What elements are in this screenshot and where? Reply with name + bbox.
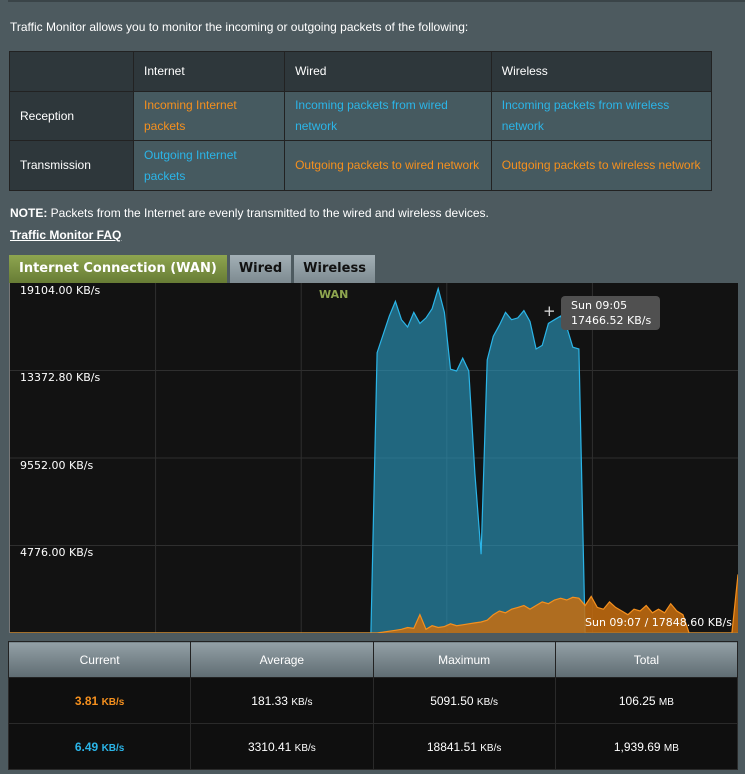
stats-header-maximum: Maximum	[372, 641, 556, 678]
stat-maximum: 18841.51 KB/s	[372, 723, 556, 770]
info-table: Internet Wired Wireless Reception Incomi…	[9, 51, 713, 191]
stat-unit: KB/s	[101, 742, 125, 754]
top-divider	[8, 0, 745, 2]
note-label: NOTE:	[10, 206, 48, 220]
row-label-reception: Reception	[9, 91, 134, 141]
stat-value: 18841.51	[426, 739, 477, 754]
reception-internet: Incoming Internet packets	[132, 91, 286, 141]
stat-unit: MB	[663, 742, 679, 754]
stat-value: 181.33	[251, 693, 288, 708]
stats-row-reception: 3.81 KB/s 181.33 KB/s 5091.50 KB/s 106.2…	[7, 677, 739, 724]
stat-average: 181.33 KB/s	[190, 677, 374, 724]
info-header-wireless: Wireless	[490, 51, 713, 92]
chart-footer-readout: Sun 09:07 / 17848.60 KB/s	[584, 616, 732, 629]
note-text: NOTE: Packets from the Internet are even…	[10, 206, 489, 220]
tooltip-value: 17466.52 KB/s	[571, 314, 652, 327]
y-tick-label: 13372.80 KB/s	[20, 371, 101, 384]
stats-row-transmission: 6.49 KB/s 3310.41 KB/s 18841.51 KB/s 1,9…	[7, 723, 739, 770]
row-label-transmission: Transmission	[9, 140, 134, 191]
traffic-chart[interactable]: 19104.00 KB/s 13372.80 KB/s 9552.00 KB/s…	[9, 283, 738, 633]
stat-unit: MB	[658, 696, 674, 708]
stat-total: 106.25 MB	[554, 677, 739, 724]
transmission-wired: Outgoing packets to wired network	[284, 140, 492, 191]
note-body: Packets from the Internet are evenly tra…	[47, 206, 489, 220]
stat-value: 106.25	[618, 693, 656, 708]
stats-table: Current Average Maximum Total 3.81 KB/s …	[7, 641, 739, 770]
stat-total: 1,939.69 MB	[554, 723, 739, 770]
info-header-wired: Wired	[284, 51, 492, 92]
reception-wireless: Incoming packets from wireless network	[490, 91, 713, 141]
stat-average: 3310.41 KB/s	[190, 723, 374, 770]
tab-wireless[interactable]: Wireless	[294, 255, 375, 283]
chart-canvas	[10, 283, 738, 633]
stat-value: 3.81	[74, 693, 99, 708]
stat-value: 3310.41	[247, 739, 292, 754]
chart-title: WAN	[319, 288, 349, 301]
stat-unit: KB/s	[291, 696, 313, 708]
stat-current: 3.81 KB/s	[7, 677, 192, 724]
tooltip-time: Sun 09:05	[571, 299, 628, 312]
stat-unit: KB/s	[101, 696, 125, 708]
faq-link[interactable]: Traffic Monitor FAQ	[10, 228, 121, 242]
transmission-wireless: Outgoing packets to wireless network	[490, 140, 713, 191]
tab-internet-connection[interactable]: Internet Connection (WAN)	[9, 255, 227, 283]
chart-tooltip: Sun 09:05 17466.52 KB/s	[561, 296, 660, 330]
intro-text: Traffic Monitor allows you to monitor th…	[10, 20, 469, 34]
traffic-tabs: Internet Connection (WAN) Wired Wireless	[9, 255, 378, 283]
stats-header-current: Current	[7, 641, 192, 678]
stat-maximum: 5091.50 KB/s	[372, 677, 556, 724]
y-tick-label: 19104.00 KB/s	[20, 284, 101, 297]
info-header-internet: Internet	[132, 51, 286, 92]
stat-unit: KB/s	[480, 742, 502, 754]
stats-header-total: Total	[554, 641, 739, 678]
stat-current: 6.49 KB/s	[7, 723, 192, 770]
reception-wired: Incoming packets from wired network	[284, 91, 492, 141]
stat-unit: KB/s	[476, 696, 499, 708]
info-header-empty	[9, 51, 134, 92]
stats-header-row: Current Average Maximum Total	[7, 641, 739, 678]
stat-unit: KB/s	[294, 742, 316, 754]
y-tick-label: 9552.00 KB/s	[20, 459, 94, 472]
stats-header-average: Average	[190, 641, 374, 678]
transmission-internet: Outgoing Internet packets	[132, 140, 286, 191]
series-area-0	[10, 288, 738, 633]
crosshair-icon: +	[543, 302, 556, 320]
info-row-transmission: Transmission Outgoing Internet packets O…	[9, 140, 713, 191]
info-row-reception: Reception Incoming Internet packets Inco…	[9, 91, 713, 141]
stat-value: 5091.50	[430, 693, 474, 708]
tab-wired[interactable]: Wired	[229, 255, 292, 283]
info-table-header: Internet Wired Wireless	[9, 51, 713, 92]
stat-value: 6.49	[74, 739, 99, 754]
y-tick-label: 4776.00 KB/s	[20, 546, 94, 559]
stat-value: 1,939.69	[613, 739, 661, 754]
